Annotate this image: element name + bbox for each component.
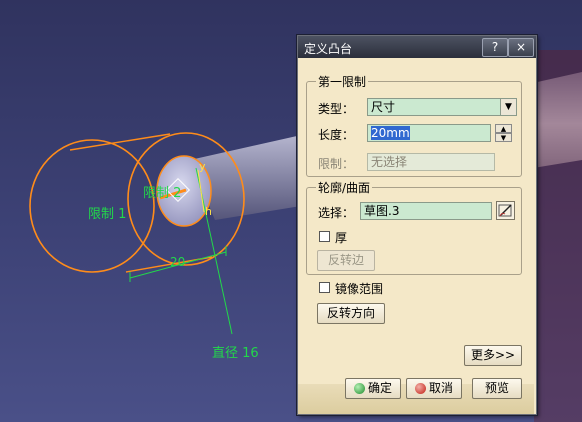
define-pad-dialog: 定义凸台 ? × 第一限制 类型： 尺寸 ▼ 长度： 20mm ▲ ▼ 限制： …	[297, 35, 537, 415]
length-value: 20mm	[371, 126, 410, 140]
length-spin-down-icon[interactable]: ▼	[495, 133, 512, 142]
ok-button[interactable]: 确定	[345, 378, 401, 399]
close-button[interactable]: ×	[508, 38, 534, 57]
limit-field: 无选择	[367, 153, 495, 171]
dialog-title: 定义凸台	[304, 42, 353, 56]
length-spin-up-icon[interactable]: ▲	[495, 124, 512, 133]
limit-1-label: 限制 1	[88, 207, 127, 222]
ok-icon	[353, 383, 365, 394]
sketch-edit-button[interactable]	[496, 201, 515, 220]
dialog-titlebar[interactable]: 定义凸台 ? ×	[298, 36, 536, 58]
sketch-edit-icon	[498, 204, 512, 217]
type-value: 尺寸	[371, 100, 396, 114]
chevron-down-icon[interactable]: ▼	[500, 99, 516, 115]
selection-value: 草图.3	[364, 204, 400, 218]
mirror-label: 镜像范围	[335, 282, 384, 296]
preview-button[interactable]: 预览	[472, 378, 522, 399]
more-button[interactable]: 更多>>	[464, 345, 522, 366]
axis-h-label: h	[205, 205, 212, 218]
cancel-icon	[414, 383, 426, 394]
limit-label: 限制：	[318, 157, 355, 171]
type-label: 类型：	[318, 102, 355, 116]
limit-2-label: 限制 2	[143, 186, 182, 201]
axis-y-label: y	[199, 160, 206, 173]
type-dropdown[interactable]: 尺寸 ▼	[367, 98, 517, 116]
help-button[interactable]: ?	[482, 38, 508, 57]
cancel-button[interactable]: 取消	[406, 378, 462, 399]
thick-checkbox[interactable]	[319, 231, 330, 242]
reverse-direction-button[interactable]: 反转方向	[317, 303, 385, 324]
dimension-label: 20	[170, 255, 186, 269]
length-label: 长度：	[318, 128, 355, 142]
diameter-label: 直径 16	[212, 346, 259, 361]
thick-label: 厚	[335, 231, 348, 245]
limit-value: 无选择	[371, 155, 408, 169]
background-texture	[534, 50, 582, 422]
selection-label: 选择：	[318, 206, 355, 220]
first-limit-title: 第一限制	[316, 73, 369, 90]
cancel-label: 取消	[428, 381, 453, 395]
ok-label: 确定	[367, 381, 392, 395]
profile-title: 轮廓/曲面	[316, 179, 373, 196]
selection-field[interactable]: 草图.3	[360, 202, 492, 220]
mirror-checkbox[interactable]	[319, 282, 330, 293]
reverse-side-button[interactable]: 反转边	[317, 250, 375, 271]
length-input[interactable]: 20mm	[367, 124, 491, 142]
